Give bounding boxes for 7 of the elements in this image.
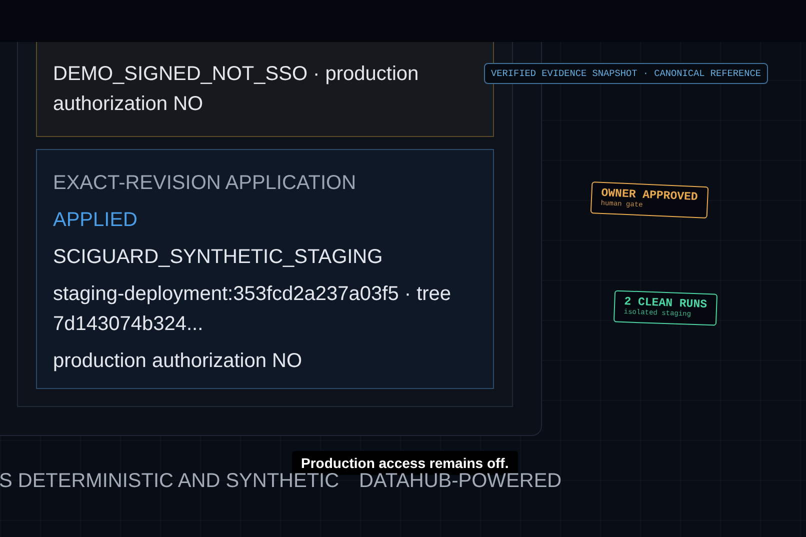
status-text: APPLIED bbox=[53, 208, 138, 233]
card-text: staging-deployment:353fcd2a237a03f5 · tree 7d143074b324... bbox=[53, 282, 452, 337]
card-text: production authorization NO bbox=[53, 349, 304, 374]
card-text: DEMO_SIGNED_NOT_SSO · production authorization NO bbox=[53, 62, 420, 117]
snapshot-badge: VERIFIED EVIDENCE SNAPSHOT · CANONICAL REFERENCE bbox=[484, 63, 768, 84]
card-text: SCIGUARD_SYNTHETIC_STAGING bbox=[53, 245, 384, 270]
card-heading: EXACT-REVISION APPLICATION bbox=[53, 171, 358, 196]
